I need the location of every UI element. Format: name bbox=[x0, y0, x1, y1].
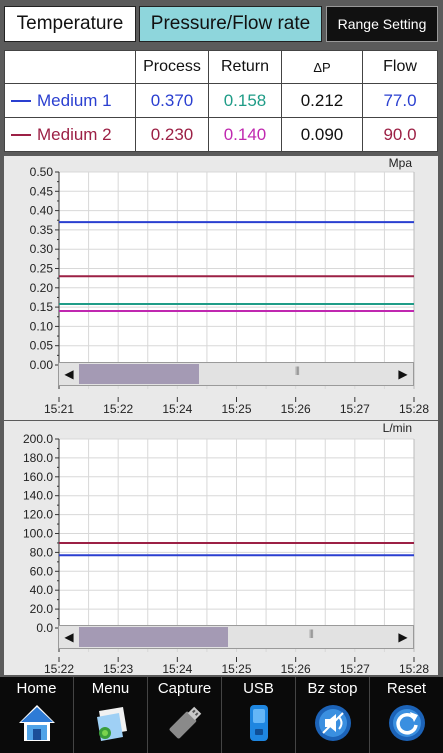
scroll-left-button[interactable]: ◀ bbox=[59, 626, 79, 648]
reset-icon bbox=[388, 705, 425, 741]
x-tick-label: 15:26 bbox=[281, 402, 311, 416]
flow-scrollbar[interactable]: ◀ ⦀ ▶ bbox=[58, 625, 414, 649]
usb-drive-icon bbox=[249, 705, 268, 741]
home-button[interactable]: Home bbox=[0, 677, 74, 753]
nav-label: Reset bbox=[386, 680, 427, 697]
y-tick-label: 60.0 bbox=[30, 564, 54, 578]
table-header: ΔP bbox=[281, 50, 363, 84]
y-tick-label: 0.25 bbox=[30, 262, 54, 276]
y-tick-label: 0.35 bbox=[30, 223, 54, 237]
x-tick-label: 15:28 bbox=[399, 402, 429, 416]
table-row-medium-2: Medium 2 0.230 0.140 0.090 90.0 bbox=[4, 117, 438, 152]
y-tick-label: 0.0 bbox=[36, 621, 53, 635]
delta-p-value: 0.090 bbox=[281, 117, 363, 152]
x-tick-label: 15:24 bbox=[162, 662, 192, 675]
scroll-thumb[interactable] bbox=[79, 364, 200, 384]
legend-label: Medium 1 bbox=[37, 90, 112, 110]
menu-icon bbox=[96, 707, 127, 741]
y-tick-label: 0.50 bbox=[30, 165, 54, 179]
return-value: 0.158 bbox=[208, 83, 282, 118]
y-tick-label: 0.20 bbox=[30, 281, 54, 295]
table-header: Process bbox=[135, 50, 209, 84]
y-tick-label: 120.0 bbox=[23, 508, 53, 522]
legend-line bbox=[11, 134, 31, 137]
y-tick-label: 80.0 bbox=[30, 545, 54, 559]
process-value: 0.230 bbox=[135, 117, 209, 152]
scroll-grip-icon: ⦀ bbox=[309, 629, 314, 641]
legend-label: Medium 2 bbox=[37, 124, 112, 144]
nav-label: Capture bbox=[157, 680, 212, 697]
legend-line bbox=[11, 100, 31, 103]
scroll-right-button[interactable]: ▶ bbox=[393, 363, 413, 385]
legend-cell: Medium 1 bbox=[4, 83, 136, 118]
y-tick-label: 0.15 bbox=[30, 300, 54, 314]
x-tick-label: 15:21 bbox=[44, 402, 74, 416]
table-header-row: Process Return ΔP Flow bbox=[4, 50, 438, 84]
y-tick-label: 200.0 bbox=[23, 432, 53, 446]
y-tick-label: 0.00 bbox=[30, 358, 54, 372]
usb-stick-icon bbox=[169, 706, 201, 739]
x-tick-label: 15:27 bbox=[340, 662, 370, 675]
x-tick-label: 15:22 bbox=[44, 662, 74, 675]
range-setting-button[interactable]: Range Setting bbox=[326, 6, 438, 42]
y-tick-label: 20.0 bbox=[30, 602, 54, 616]
nav-label: Bz stop bbox=[307, 680, 358, 697]
buzzer-stop-icon bbox=[314, 705, 351, 741]
tab-temperature[interactable]: Temperature bbox=[4, 6, 136, 42]
pressure-scrollbar[interactable]: ◀ ⦀ ▶ bbox=[58, 362, 414, 386]
scroll-grip-icon: ⦀ bbox=[295, 366, 300, 378]
home-icon bbox=[18, 705, 55, 741]
flow-value: 90.0 bbox=[362, 117, 438, 152]
nav-label: Home bbox=[16, 680, 57, 697]
return-value: 0.140 bbox=[208, 117, 282, 152]
legend-cell: Medium 2 bbox=[4, 117, 136, 152]
y-tick-label: 100.0 bbox=[23, 527, 53, 541]
capture-button[interactable]: Capture bbox=[148, 677, 222, 753]
table-row-medium-1: Medium 1 0.370 0.158 0.212 77.0 bbox=[4, 83, 438, 118]
tab-pressure-flow-rate[interactable]: Pressure/Flow rate bbox=[139, 6, 322, 42]
scroll-left-button[interactable]: ◀ bbox=[59, 363, 79, 385]
y-tick-label: 140.0 bbox=[23, 489, 53, 503]
nav-label: USB bbox=[243, 680, 274, 697]
y-tick-label: 0.45 bbox=[30, 184, 54, 198]
y-tick-label: 180.0 bbox=[23, 451, 53, 465]
x-tick-label: 15:23 bbox=[103, 662, 133, 675]
scroll-right-button[interactable]: ▶ bbox=[393, 626, 413, 648]
x-tick-label: 15:25 bbox=[221, 402, 251, 416]
usb-button[interactable]: USB bbox=[222, 677, 296, 753]
y-tick-label: 160.0 bbox=[23, 470, 53, 484]
x-tick-label: 15:25 bbox=[221, 662, 251, 675]
bz-stop-button[interactable]: Bz stop bbox=[296, 677, 370, 753]
table-header: Flow bbox=[362, 50, 438, 84]
y-tick-label: 40.0 bbox=[30, 583, 54, 597]
x-tick-label: 15:28 bbox=[399, 662, 429, 675]
flow-chart: L/min 200.0 180.0 160.0 140.0 120.0 100.0 80.0… bbox=[4, 421, 438, 675]
y-tick-label: 0.05 bbox=[30, 339, 54, 353]
delta-p-value: 0.212 bbox=[281, 83, 363, 118]
nav-label: Menu bbox=[91, 680, 130, 697]
x-tick-label: 15:27 bbox=[340, 402, 370, 416]
bottom-nav: Home Menu Capture USB Bz stop Reset bbox=[0, 677, 443, 753]
y-tick-label: 0.10 bbox=[30, 319, 54, 333]
process-value: 0.370 bbox=[135, 83, 209, 118]
table-header: Return bbox=[208, 50, 282, 84]
table-header bbox=[4, 50, 136, 84]
flow-value: 77.0 bbox=[362, 83, 438, 118]
summary-table: Process Return ΔP Flow Medium 1 0.370 0.… bbox=[4, 50, 438, 152]
y-tick-label: 0.30 bbox=[30, 242, 54, 256]
reset-button[interactable]: Reset bbox=[370, 677, 443, 753]
y-tick-label: 0.40 bbox=[30, 204, 54, 218]
x-tick-label: 15:22 bbox=[103, 402, 133, 416]
menu-button[interactable]: Menu bbox=[74, 677, 148, 753]
x-tick-label: 15:26 bbox=[281, 662, 311, 675]
scroll-thumb[interactable] bbox=[79, 627, 228, 647]
pressure-chart: Mpa 0.50 0.45 0.40 0.35 0.30 0.25 0.20 0.15 0.10… bbox=[4, 156, 438, 420]
x-tick-label: 15:24 bbox=[162, 402, 192, 416]
